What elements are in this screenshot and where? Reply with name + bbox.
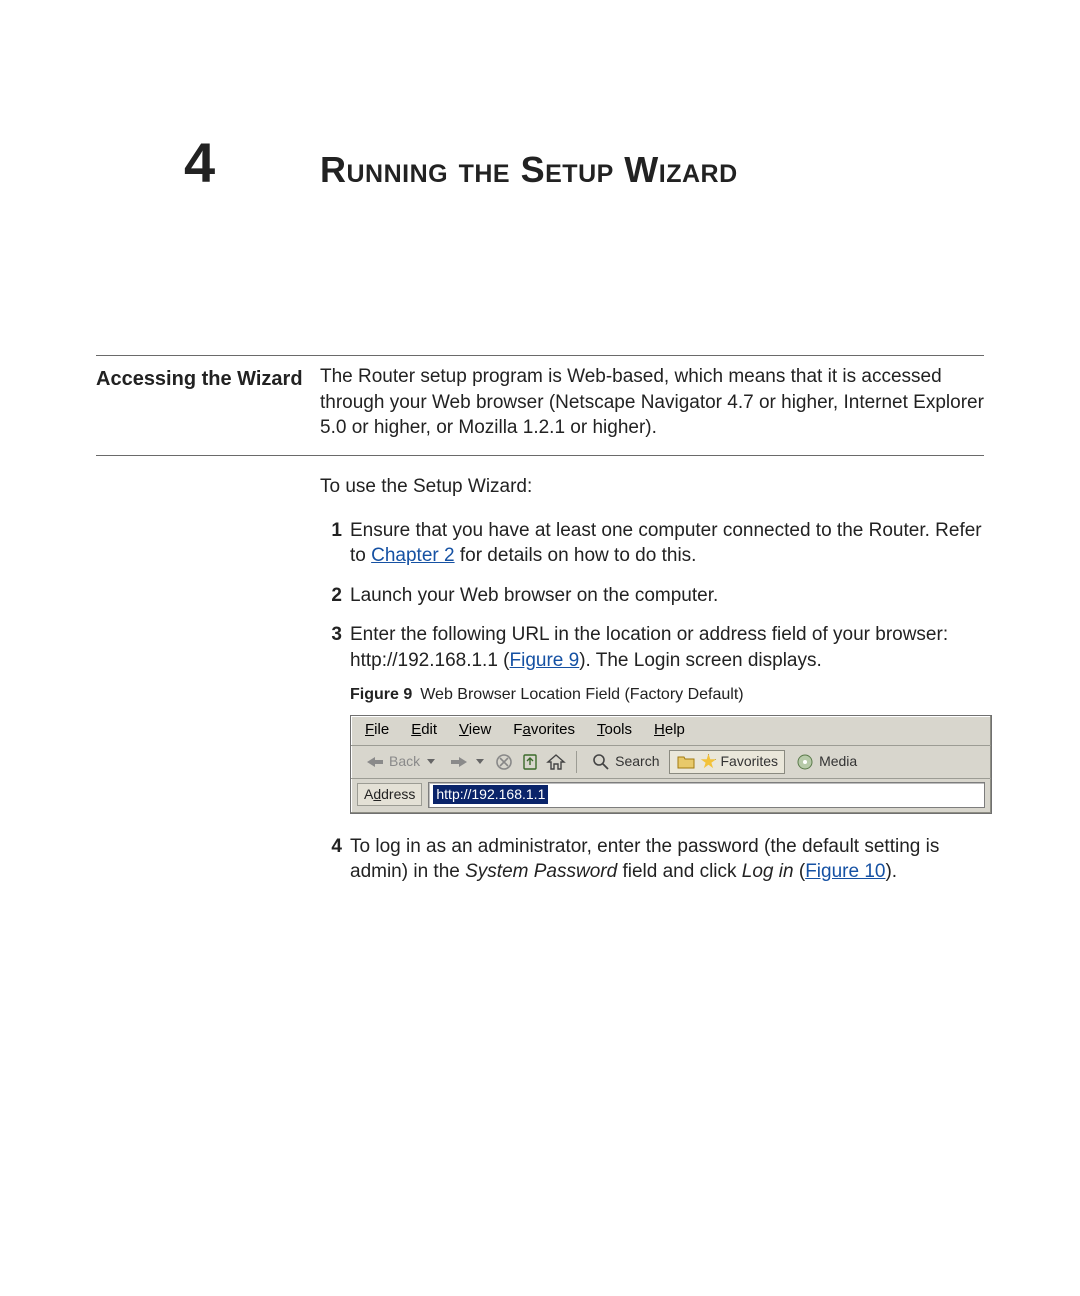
favorites-folder-icon: [676, 752, 696, 772]
chapter-2-link[interactable]: Chapter 2: [371, 545, 454, 566]
step4-text-e: ).: [885, 861, 897, 882]
body-column: To use the Setup Wizard: 1 Ensure that y…: [320, 474, 992, 899]
step-1: 1 Ensure that you have at least one comp…: [320, 518, 992, 569]
step-body: Launch your Web browser on the computer.: [350, 583, 992, 609]
media-icon: [795, 752, 815, 772]
figure-caption: Figure 9 Web Browser Location Field (Fact…: [350, 684, 992, 706]
menu-bar: File Edit View Favorites Tools Help: [351, 716, 991, 745]
section-intro-row: Accessing the Wizard The Router setup pr…: [96, 364, 984, 441]
media-button[interactable]: Media: [791, 751, 861, 773]
address-label: Address: [357, 783, 422, 806]
step-4: 4 To log in as an administrator, enter t…: [320, 834, 992, 885]
step-number: 2: [320, 583, 342, 609]
divider-bottom: [96, 455, 984, 456]
stop-icon[interactable]: [494, 752, 514, 772]
login-button-name: Log in: [742, 861, 794, 882]
tool-bar: Back: [351, 746, 991, 779]
back-arrow-icon: [365, 752, 385, 772]
forward-button[interactable]: [445, 751, 488, 773]
search-icon: [591, 752, 611, 772]
menu-tools[interactable]: Tools: [597, 720, 632, 740]
system-password-field-name: System Password: [465, 861, 617, 882]
menu-help[interactable]: Help: [654, 720, 685, 740]
step4-text-c: field and click: [617, 861, 742, 882]
chapter-number: 4: [96, 130, 320, 195]
section-heading: Accessing the Wizard: [96, 364, 320, 392]
star-icon: [700, 754, 716, 770]
address-value: http://192.168.1.1: [433, 785, 548, 804]
search-label: Search: [615, 752, 659, 771]
media-label: Media: [819, 752, 857, 771]
menu-view[interactable]: View: [459, 720, 491, 740]
home-icon[interactable]: [546, 752, 566, 772]
menu-favorites[interactable]: Favorites: [513, 720, 575, 740]
section-body-row: To use the Setup Wizard: 1 Ensure that y…: [96, 474, 984, 899]
chapter-title: Running the Setup Wizard: [320, 149, 738, 191]
step-body: To log in as an administrator, enter the…: [350, 834, 992, 885]
figure-label: Figure 9: [350, 686, 412, 703]
figure-title: Web Browser Location Field (Factory Defa…: [420, 686, 743, 703]
divider-top: [96, 355, 984, 356]
step-number: 1: [320, 518, 342, 569]
step-number: 4: [320, 834, 342, 885]
back-label: Back: [389, 752, 420, 771]
step3-text-c: ). The Login screen displays.: [579, 650, 822, 671]
step-2: 2 Launch your Web browser on the compute…: [320, 583, 992, 609]
forward-arrow-icon: [449, 752, 469, 772]
step-3: 3 Enter the following URL in the locatio…: [320, 622, 992, 673]
step-number: 3: [320, 622, 342, 673]
figure-9-link[interactable]: Figure 9: [510, 650, 580, 671]
menu-file[interactable]: File: [365, 720, 389, 740]
figure-10-link[interactable]: Figure 10: [805, 861, 885, 882]
back-dropdown-icon: [427, 759, 435, 764]
step4-text-d: (: [794, 861, 806, 882]
chapter-header: 4 Running the Setup Wizard: [96, 130, 984, 195]
intro-paragraph: The Router setup program is Web-based, w…: [320, 364, 984, 441]
lead-paragraph: To use the Setup Wizard:: [320, 474, 992, 500]
address-input[interactable]: http://192.168.1.1: [428, 782, 985, 808]
step-body: Enter the following URL in the location …: [350, 622, 992, 673]
forward-dropdown-icon: [476, 759, 484, 764]
step3-text-b: (: [498, 650, 510, 671]
favorites-label: Favorites: [720, 752, 778, 771]
search-button[interactable]: Search: [587, 751, 663, 773]
browser-screenshot: File Edit View Favorites Tools Help Back: [350, 715, 992, 813]
page: 4 Running the Setup Wizard Accessing the…: [0, 0, 1080, 1296]
step3-text-a: Enter the following URL in the location …: [350, 624, 948, 645]
favorites-button[interactable]: Favorites: [669, 750, 785, 774]
step4-text-a: To log in as an administrator, enter the…: [350, 836, 939, 857]
step1-text-b: for details on how to do this.: [455, 545, 697, 566]
side-spacer: [96, 474, 320, 476]
step-body: Ensure that you have at least one comput…: [350, 518, 992, 569]
router-url: http://192.168.1.1: [350, 650, 498, 671]
back-button[interactable]: Back: [361, 751, 439, 773]
menu-edit[interactable]: Edit: [411, 720, 437, 740]
toolbar-separator: [576, 751, 577, 773]
address-bar: Address http://192.168.1.1: [351, 779, 991, 813]
default-password: admin: [350, 861, 402, 882]
step4-text-b: ) in the: [402, 861, 465, 882]
refresh-icon[interactable]: [520, 752, 540, 772]
